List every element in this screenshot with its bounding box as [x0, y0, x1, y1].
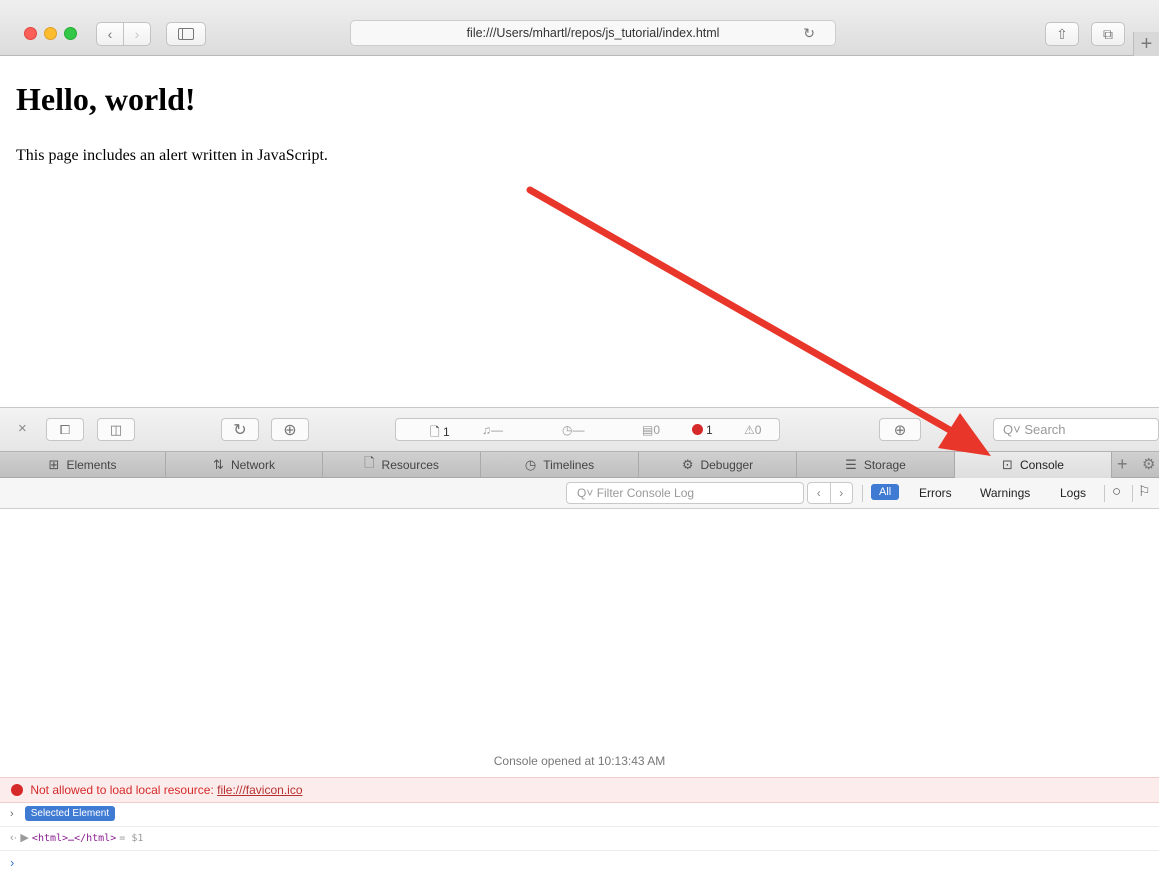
- disclosure-triangle-icon[interactable]: ▶: [20, 832, 28, 844]
- bell-icon: ♫: [482, 423, 491, 437]
- share-button[interactable]: ⇧: [1045, 22, 1079, 46]
- divider: [1104, 485, 1105, 502]
- reload-page-button[interactable]: ↻: [221, 418, 259, 441]
- preserve-log-icon[interactable]: ⚐: [1138, 483, 1151, 500]
- close-window-button[interactable]: [24, 27, 37, 40]
- share-icon: ⇧: [1056, 25, 1068, 42]
- back-button[interactable]: ‹: [96, 22, 124, 46]
- divider: [1132, 485, 1133, 502]
- result-arrow-icon: ‹·: [10, 832, 18, 844]
- tab-timelines[interactable]: ◷ Timelines: [481, 452, 639, 478]
- debugger-icon: ⚙: [681, 457, 694, 472]
- level-warnings-button[interactable]: Warnings: [980, 486, 1030, 500]
- filter-console-input[interactable]: Q˅ Filter Console Log: [566, 482, 804, 504]
- prompt-caret-icon: ›: [10, 855, 15, 870]
- selected-element-badge: Selected Element: [24, 806, 116, 821]
- warning-icon: ⚠: [744, 423, 755, 437]
- activity-viewer: 🗋 1 ♫— ◷— ▤0 1 ⚠0: [395, 418, 780, 441]
- storage-icon: ☰: [845, 457, 857, 472]
- level-logs-button[interactable]: Logs: [1060, 486, 1086, 500]
- add-tab-icon[interactable]: +: [1117, 454, 1128, 475]
- search-icon: Q˅: [577, 486, 594, 500]
- error-icon: [692, 424, 703, 435]
- previous-match-icon[interactable]: ‹: [808, 483, 831, 503]
- reload-icon[interactable]: ↻: [803, 25, 815, 42]
- console-error-message: Not allowed to load local resource: file…: [0, 777, 1159, 803]
- console-output[interactable]: Console opened at 10:13:43 AM Not allowe…: [0, 509, 1159, 880]
- error-resource-link[interactable]: file:///favicon.ico: [217, 783, 302, 797]
- download-archive-button[interactable]: ⊕: [271, 418, 309, 441]
- console-icon: ⊡: [1002, 457, 1013, 472]
- new-tab-button[interactable]: +: [1133, 32, 1159, 56]
- browser-titlebar: ‹ › file:///Users/mhartl/repos/js_tutori…: [0, 0, 1159, 56]
- network-activity[interactable]: ♫—: [482, 423, 503, 437]
- page-heading: Hello, world!: [16, 81, 196, 117]
- log-count[interactable]: ▤0: [642, 423, 660, 437]
- resources-icon: 🗋: [364, 455, 375, 470]
- tab-network[interactable]: ⇅ Network: [166, 452, 323, 478]
- error-icon: [11, 784, 23, 796]
- forward-button[interactable]: ›: [123, 22, 151, 46]
- chevron-right-icon: ›: [10, 808, 14, 820]
- dock-side-button[interactable]: ◫: [97, 418, 135, 441]
- reload-icon: ↻: [233, 421, 247, 439]
- inspector-search-input[interactable]: Q˅ Search: [993, 418, 1159, 441]
- inspector-tab-bar: ⊞ Elements ⇅ Network 🗋 Resources ◷ Timelines…: [0, 451, 1159, 478]
- url-text: file:///Users/mhartl/repos/js_tutorial/i…: [466, 26, 720, 40]
- download-icon: ⊕: [283, 421, 297, 439]
- dock-bottom-button[interactable]: ⧠: [46, 418, 84, 441]
- resources-count[interactable]: 🗋 1: [430, 423, 450, 444]
- elements-icon: ⊞: [48, 457, 60, 472]
- console-prompt[interactable]: ›: [0, 851, 1159, 875]
- html-element-variable: = $1: [119, 833, 144, 844]
- minimize-window-button[interactable]: [44, 27, 57, 40]
- clock-icon: ◷: [562, 423, 573, 437]
- tab-resources[interactable]: 🗋 Resources: [323, 452, 481, 478]
- gear-icon[interactable]: ⚙: [1142, 455, 1155, 473]
- clear-log-icon[interactable]: ○: [1112, 483, 1121, 500]
- log-icon: ▤: [642, 423, 654, 437]
- selected-element-row: › Selected Element: [0, 803, 1159, 827]
- chevron-right-icon: ›: [134, 26, 140, 42]
- tab-console[interactable]: ⊡ Console: [955, 452, 1112, 478]
- crosshair-icon: ⊕: [893, 421, 907, 439]
- inspect-element-button[interactable]: ⊕: [879, 418, 921, 441]
- divider: [862, 485, 863, 502]
- show-tabs-button[interactable]: ⧉: [1091, 22, 1125, 46]
- timelines-icon: ◷: [524, 457, 537, 472]
- inspector-toolbar: × ⧠ ◫ ↻ ⊕ 🗋 1 ♫— ◷— ▤0 1 ⚠0 ⊕ Q˅ Search: [0, 407, 1159, 451]
- next-match-icon[interactable]: ›: [831, 483, 853, 503]
- level-all-button[interactable]: All: [871, 484, 900, 500]
- tab-storage[interactable]: ☰ Storage: [797, 452, 955, 478]
- page-paragraph: This page includes an alert written in J…: [16, 147, 328, 164]
- sidebar-toggle-button[interactable]: [166, 22, 206, 46]
- tab-elements[interactable]: ⊞ Elements: [0, 452, 166, 478]
- address-bar[interactable]: file:///Users/mhartl/repos/js_tutorial/i…: [350, 20, 836, 46]
- error-count[interactable]: 1: [692, 423, 713, 437]
- html-element-snippet[interactable]: <html>…</html>: [32, 833, 116, 844]
- level-errors-button[interactable]: Errors: [919, 486, 952, 500]
- close-inspector-icon[interactable]: ×: [18, 420, 27, 437]
- console-opened-message: Console opened at 10:13:43 AM: [493, 754, 666, 768]
- search-navigation: ‹ ›: [807, 482, 853, 504]
- dock-bottom-icon: ⧠: [59, 421, 71, 437]
- warning-count[interactable]: ⚠0: [744, 423, 761, 437]
- web-page-content: Hello, world! This page includes an aler…: [0, 57, 1159, 407]
- tabs-icon: ⧉: [1103, 25, 1113, 42]
- chevron-left-icon: ‹: [107, 26, 113, 42]
- sidebar-icon: [178, 28, 194, 40]
- zoom-window-button[interactable]: [64, 27, 77, 40]
- html-element-row: ‹· ▶ <html>…</html> = $1: [0, 827, 1159, 851]
- tab-debugger[interactable]: ⚙ Debugger: [639, 452, 797, 478]
- search-icon: Q˅: [1003, 422, 1021, 437]
- load-time[interactable]: ◷—: [562, 423, 584, 437]
- network-icon: ⇅: [213, 457, 224, 472]
- dock-side-icon: ◫: [109, 421, 123, 437]
- console-filter-bar: Q˅ Filter Console Log ‹ › All Errors War…: [0, 478, 1159, 509]
- document-icon: 🗋: [430, 425, 440, 439]
